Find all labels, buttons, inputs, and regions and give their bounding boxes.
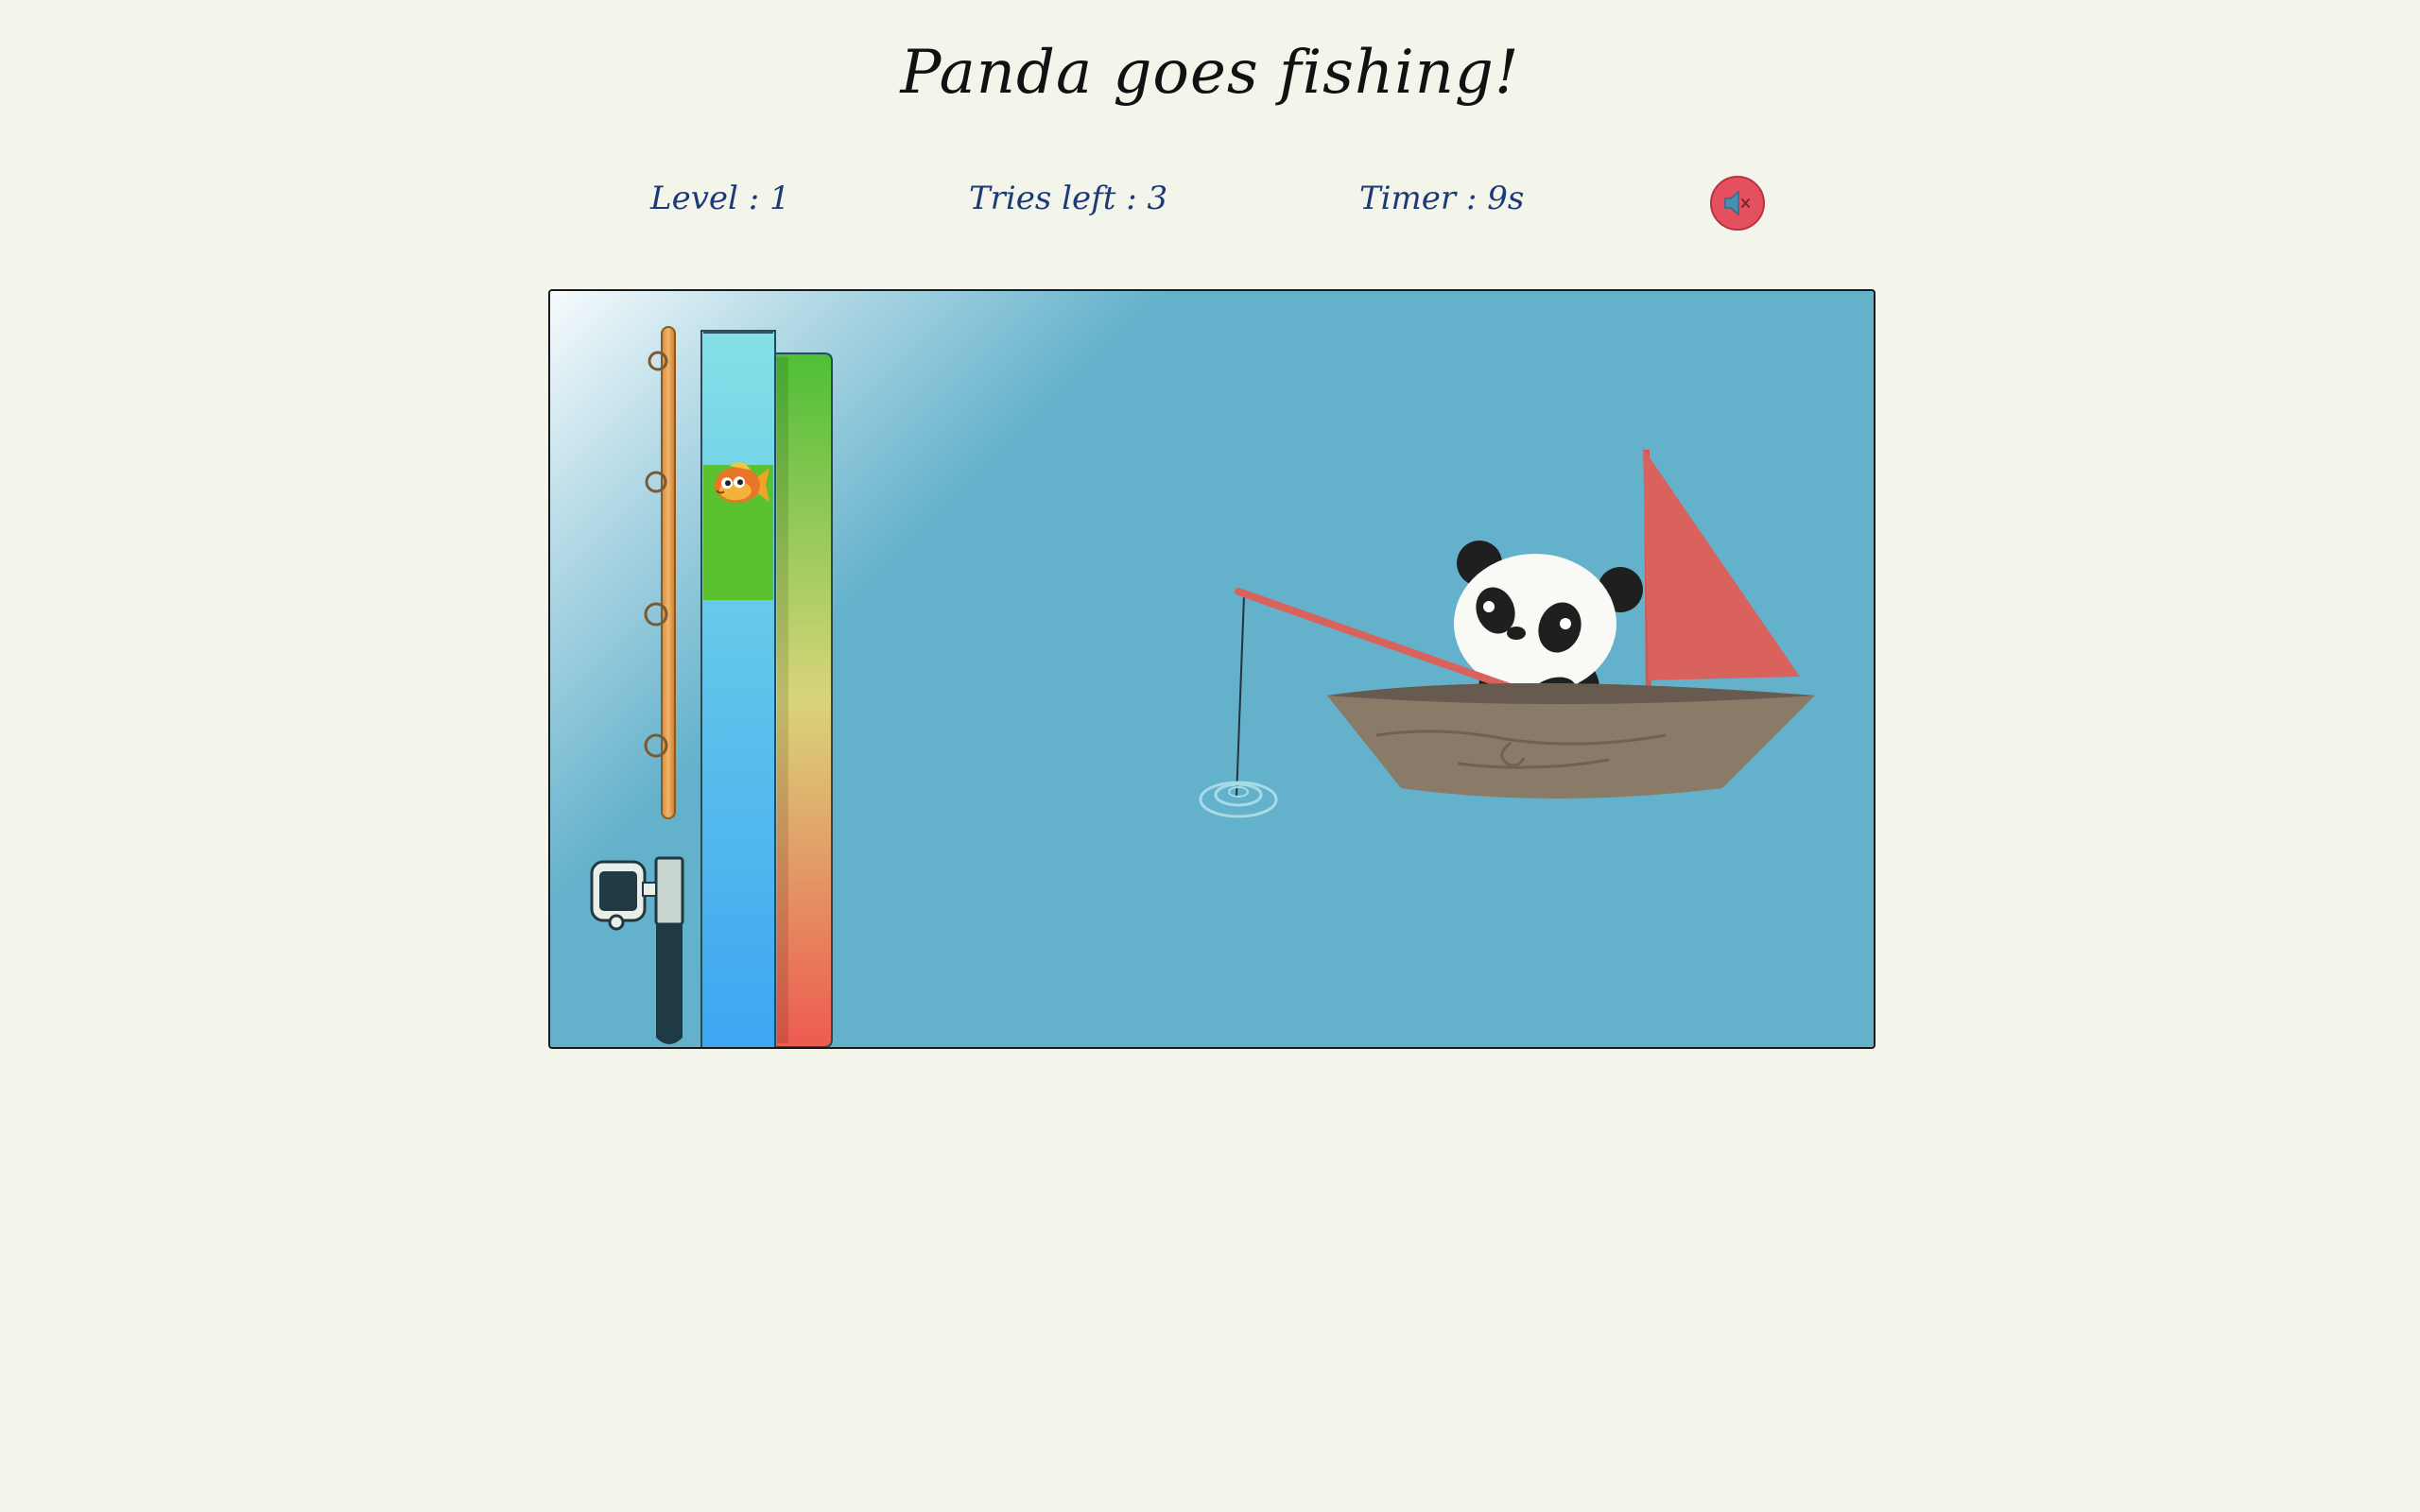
sail-icon <box>1643 448 1800 727</box>
reel-icon <box>590 860 657 931</box>
level-indicator: Level : 1 <box>650 180 790 217</box>
game-area[interactable] <box>548 289 1876 1049</box>
page-title: Panda goes fishing! <box>900 38 1520 108</box>
mute-button[interactable] <box>1710 176 1765 231</box>
catch-meter <box>700 330 776 1047</box>
tries-left-indicator: Tries left : 3 <box>969 180 1168 217</box>
timer-indicator: Timer : 9s <box>1359 180 1525 217</box>
fishing-rod <box>644 326 684 1044</box>
water-ripple-icon <box>1199 781 1278 818</box>
fishing-line <box>1236 594 1245 799</box>
boat-icon <box>1327 683 1815 799</box>
tension-bar <box>774 352 833 1047</box>
speaker-muted-icon <box>1724 190 1750 216</box>
